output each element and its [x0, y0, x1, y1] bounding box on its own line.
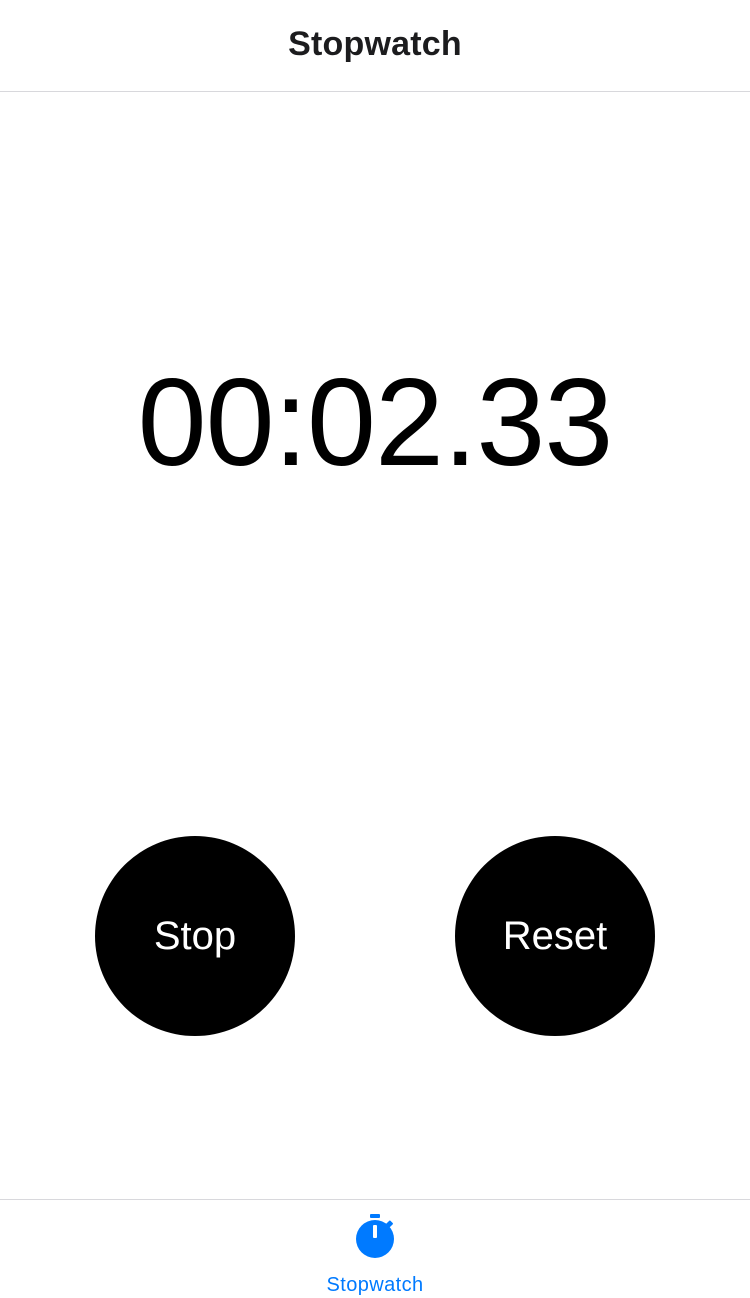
elapsed-time-display: 00:02.33 [137, 354, 614, 492]
tab-bar: Stopwatch [0, 1199, 750, 1298]
tab-stopwatch[interactable]: Stopwatch [295, 1200, 455, 1298]
navigation-bar: Stopwatch [0, 0, 750, 92]
stopwatch-icon [356, 1214, 394, 1258]
tab-label-stopwatch: Stopwatch [326, 1274, 424, 1296]
stop-button[interactable]: Stop [95, 836, 295, 1036]
reset-button[interactable]: Reset [455, 836, 655, 1036]
page-title: Stopwatch [288, 25, 462, 63]
